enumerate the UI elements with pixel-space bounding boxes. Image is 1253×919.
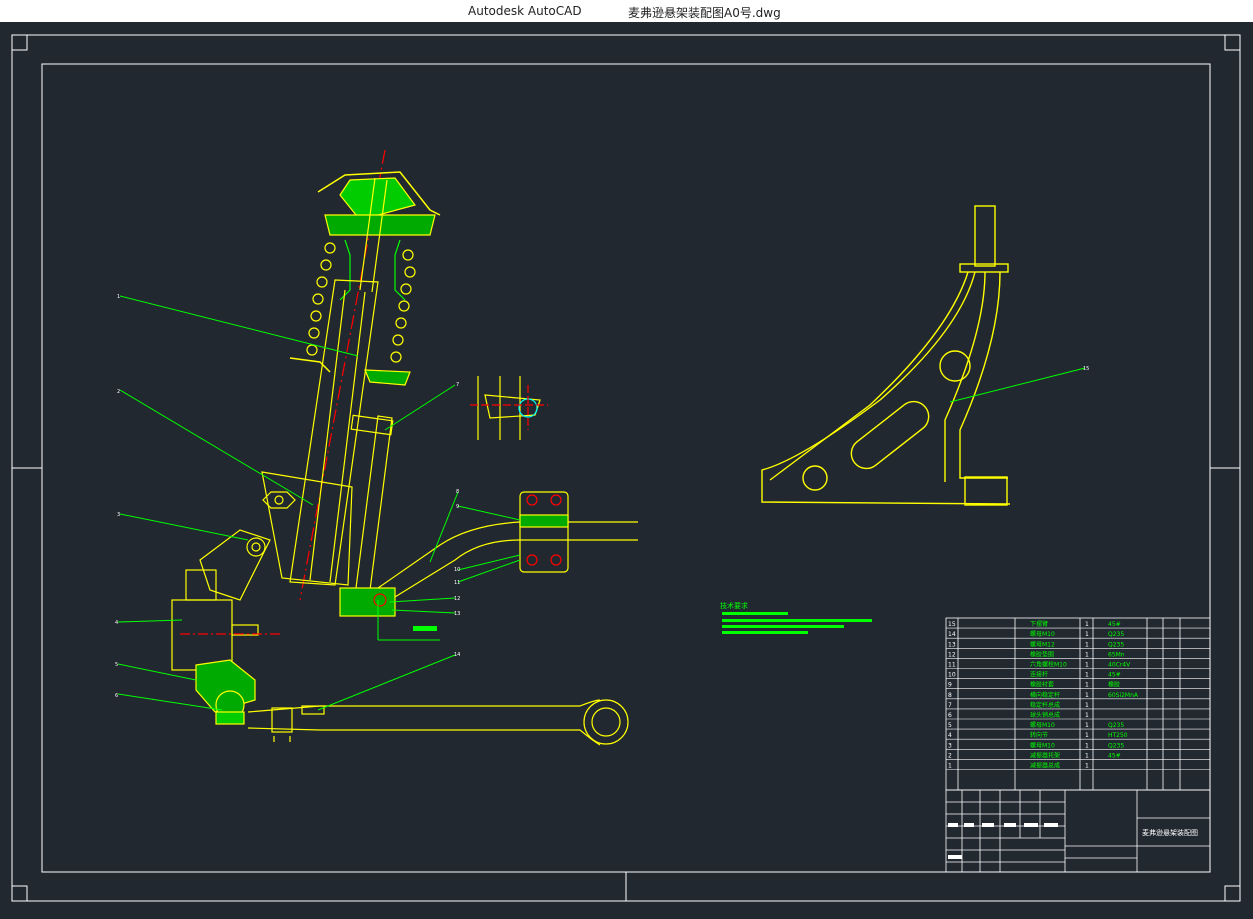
parts-cell-name: 连接杆 xyxy=(1030,671,1048,679)
parts-cell-name: 螺母M10 xyxy=(1030,630,1055,638)
parts-cell-no: 10 xyxy=(948,672,956,679)
svg-text:11: 11 xyxy=(454,580,460,586)
parts-cell-material: Q235 xyxy=(1108,742,1124,749)
parts-cell-no: 6 xyxy=(948,712,952,719)
drawing-canvas[interactable]: 1 2 3 4 5 6 7 8 9 10 11 12 13 14 15 技术要求 xyxy=(0,22,1253,919)
parts-cell-no: 5 xyxy=(948,722,952,729)
parts-cell-material: 40Cr4V xyxy=(1108,662,1131,669)
parts-cell-qty: 1 xyxy=(1085,631,1089,638)
svg-text:麦弗逊悬架装配图: 麦弗逊悬架装配图 xyxy=(1142,828,1198,837)
parts-cell-qty: 1 xyxy=(1085,752,1089,759)
svg-text:4: 4 xyxy=(115,620,118,626)
parts-cell-qty: 1 xyxy=(1085,712,1089,719)
svg-text:14: 14 xyxy=(454,652,460,658)
parts-cell-no: 11 xyxy=(948,662,956,669)
svg-text:8: 8 xyxy=(456,489,459,495)
parts-cell-material: HT250 xyxy=(1108,732,1128,739)
svg-text:13: 13 xyxy=(454,611,460,617)
window-titlebar: Autodesk AutoCAD 麦弗逊悬架装配图A0号.dwg xyxy=(0,0,1253,22)
parts-cell-qty: 1 xyxy=(1085,651,1089,658)
parts-cell-name: 横向稳定杆 xyxy=(1030,691,1060,699)
parts-cell-no: 3 xyxy=(948,742,952,749)
parts-cell-name: 螺母M12 xyxy=(1030,640,1055,648)
parts-cell-no: 13 xyxy=(948,641,956,648)
parts-cell-no: 12 xyxy=(948,651,956,658)
parts-cell-material: 橡胶 xyxy=(1108,681,1120,689)
parts-cell-name: 螺母M10 xyxy=(1030,741,1055,749)
svg-text:12: 12 xyxy=(454,596,460,602)
svg-text:技术要求: 技术要求 xyxy=(720,601,748,610)
parts-cell-qty: 1 xyxy=(1085,621,1089,628)
parts-cell-no: 2 xyxy=(948,752,952,759)
parts-cell-material: 45# xyxy=(1108,672,1121,679)
parts-cell-name: 下摆臂 xyxy=(1030,620,1048,628)
parts-cell-material: Q235 xyxy=(1108,722,1124,729)
file-name: 麦弗逊悬架装配图A0号.dwg xyxy=(628,6,781,20)
svg-text:9: 9 xyxy=(456,504,459,510)
svg-text:15: 15 xyxy=(1083,366,1089,372)
parts-cell-name: 稳定杆总成 xyxy=(1030,701,1060,709)
parts-cell-name: 六角螺栓M10 xyxy=(1030,661,1067,669)
parts-cell-name: 螺母M10 xyxy=(1030,721,1055,729)
svg-text:7: 7 xyxy=(456,382,459,388)
parts-cell-no: 7 xyxy=(948,702,952,709)
parts-list[interactable]: 15 下摆臂 1 45#14 螺母M10 1 Q23513 螺母M12 1 Q23512 橡胶垫圈 1… xyxy=(945,617,1211,791)
detail-view xyxy=(470,376,548,440)
parts-cell-qty: 1 xyxy=(1085,722,1089,729)
parts-cell-no: 15 xyxy=(948,621,956,628)
parts-cell-no: 9 xyxy=(948,682,952,689)
svg-text:2: 2 xyxy=(117,389,120,395)
parts-cell-material: 45# xyxy=(1108,621,1121,628)
svg-text:6: 6 xyxy=(115,693,118,699)
lower-arm-side[interactable] xyxy=(247,699,629,746)
svg-text:5: 5 xyxy=(115,662,118,668)
svg-text:3: 3 xyxy=(117,512,120,518)
parts-cell-qty: 1 xyxy=(1085,692,1089,699)
parts-cell-no: 1 xyxy=(948,763,952,770)
title-block[interactable]: 麦弗逊悬架装配图 xyxy=(945,789,1211,873)
parts-cell-qty: 1 xyxy=(1085,682,1089,689)
parts-cell-name: 转向节 xyxy=(1030,731,1048,739)
parts-cell-no: 8 xyxy=(948,692,952,699)
balloon-labels: 1 2 3 4 5 6 7 8 9 10 11 12 13 14 15 xyxy=(115,294,1089,699)
coil-spring xyxy=(306,242,416,363)
app-name: Autodesk AutoCAD xyxy=(468,4,582,18)
parts-cell-qty: 1 xyxy=(1085,672,1089,679)
parts-cell-qty: 1 xyxy=(1085,742,1089,749)
parts-cell-qty: 1 xyxy=(1085,763,1089,770)
parts-cell-no: 14 xyxy=(948,631,956,638)
parts-cell-material: 60Si2MnA xyxy=(1108,692,1139,699)
parts-cell-name: 橡胶衬套 xyxy=(1030,681,1054,689)
parts-cell-qty: 1 xyxy=(1085,662,1089,669)
parts-cell-qty: 1 xyxy=(1085,702,1089,709)
parts-cell-material: Q235 xyxy=(1108,631,1124,638)
parts-cell-qty: 1 xyxy=(1085,641,1089,648)
technical-notes: 技术要求 xyxy=(720,601,872,634)
parts-cell-name: 减振器托架 xyxy=(1030,751,1060,759)
parts-cell-name: 球头销总成 xyxy=(1030,711,1060,719)
parts-cell-name: 橡胶垫圈 xyxy=(1030,650,1054,658)
parts-cell-qty: 1 xyxy=(1085,732,1089,739)
parts-cell-no: 4 xyxy=(948,732,952,739)
lower-arm-plan[interactable] xyxy=(761,205,1011,506)
strut-assembly[interactable] xyxy=(171,149,441,725)
parts-cell-name: 减振器总成 xyxy=(1030,762,1060,770)
parts-cell-material: Q235 xyxy=(1108,641,1124,648)
parts-cell-material: 65Mn xyxy=(1108,651,1125,658)
parts-cell-material: 45# xyxy=(1108,752,1121,759)
sheet-frame xyxy=(11,34,1241,902)
svg-text:10: 10 xyxy=(454,567,460,573)
svg-text:1: 1 xyxy=(117,294,120,300)
